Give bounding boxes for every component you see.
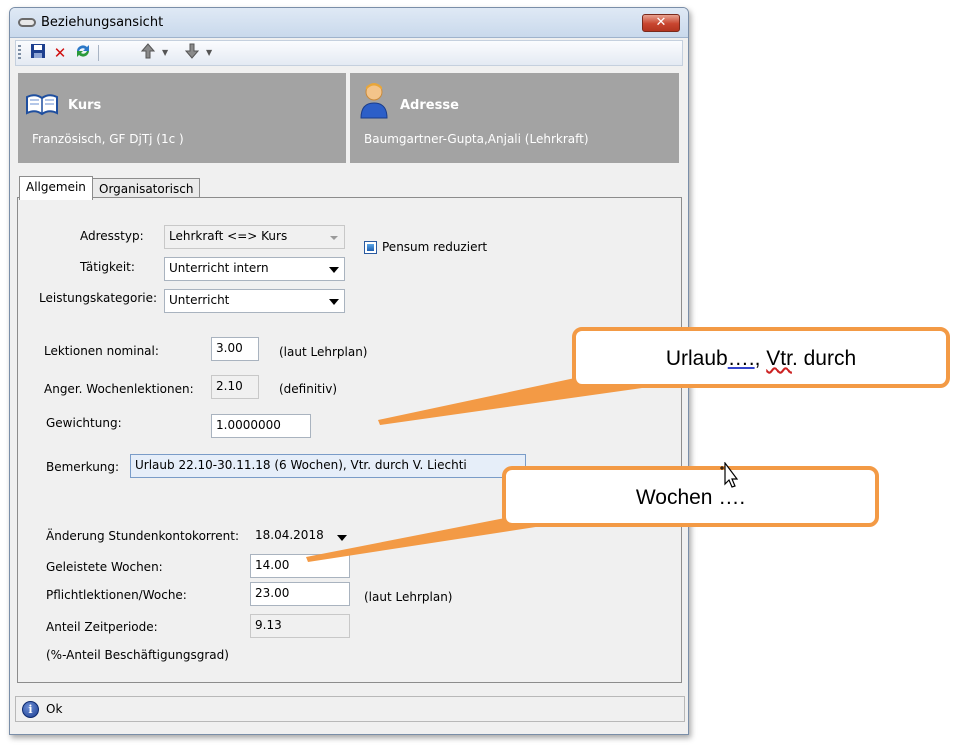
mouse-cursor-icon: [716, 461, 739, 491]
callout-top-text-3: ,: [754, 347, 767, 370]
callout-top-text-1: Urlaub: [665, 347, 728, 370]
callout-bottom: Wochen ….: [502, 466, 879, 527]
callout-top-text-4: Vtr: [766, 347, 792, 370]
callout-top: Urlaub…., Vtr. durch: [572, 327, 950, 388]
callout-top-text-5: . durch: [791, 347, 857, 370]
tab-allgemein[interactable]: Allgemein: [19, 176, 93, 200]
callout-top-text-2: ….: [727, 347, 755, 370]
